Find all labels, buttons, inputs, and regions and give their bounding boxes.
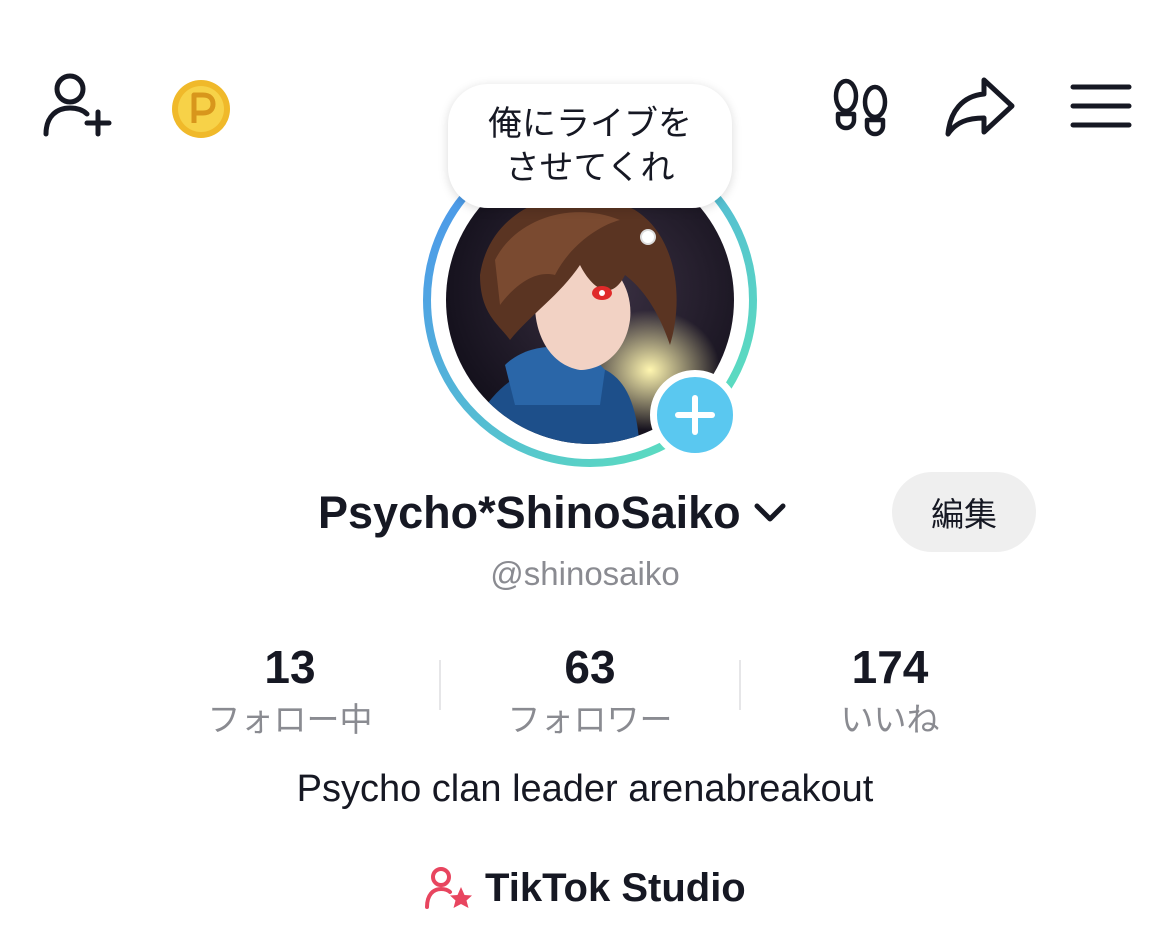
bio: Psycho clan leader arenabreakout [296, 768, 874, 810]
tiktok-studio-link[interactable]: TikTok Studio [425, 860, 746, 916]
chevron-down-icon [754, 503, 786, 522]
edit-profile-button[interactable]: 編集 [892, 472, 1036, 552]
share-icon[interactable] [944, 74, 1016, 138]
stat-followers[interactable]: 63 フォロワー [440, 640, 740, 742]
plus-icon [675, 395, 715, 435]
likes-count: 174 [851, 641, 929, 693]
footprints-icon[interactable] [830, 76, 892, 138]
status-bubble-line2: させてくれ [505, 148, 675, 188]
display-name: Psycho*ShinoSaiko [318, 487, 741, 538]
tiktok-studio-label: TikTok Studio [485, 865, 746, 910]
avatar[interactable] [420, 165, 760, 470]
status-bubble[interactable]: 俺にライブを させてくれ [448, 84, 732, 208]
followers-label: フォロワー [507, 700, 673, 739]
followers-count: 63 [564, 641, 616, 693]
stat-following[interactable]: 13 フォロー中 [140, 640, 440, 742]
display-name-switcher[interactable]: Psycho*ShinoSaiko [318, 482, 787, 544]
following-label: フォロー中 [207, 700, 373, 739]
following-count: 13 [264, 641, 316, 693]
add-friend-icon[interactable] [40, 70, 116, 140]
person-star-icon [425, 867, 472, 909]
bubble-tail-dot [640, 229, 656, 245]
profile-page: 俺にライブを させてくれ Psycho*ShinoSaiko 編集 @shino… [0, 0, 1170, 952]
add-avatar-button[interactable] [650, 370, 740, 460]
menu-icon[interactable] [1070, 82, 1132, 130]
stat-likes[interactable]: 174 いいね [740, 640, 1040, 742]
username: @shinosaiko [490, 555, 680, 592]
coin-icon[interactable] [170, 78, 232, 140]
status-bubble-line1: 俺にライブを [488, 104, 692, 144]
likes-label: いいね [840, 700, 940, 739]
